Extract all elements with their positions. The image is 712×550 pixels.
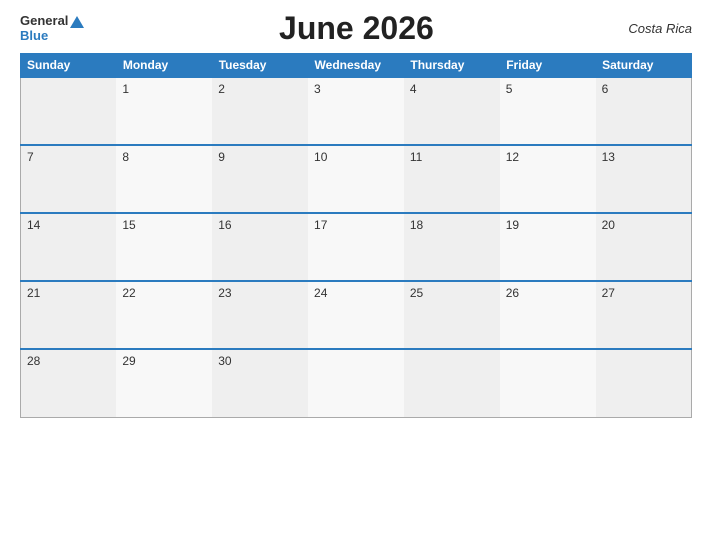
day-number: 18 [410,218,423,232]
calendar-cell: 4 [404,77,500,145]
calendar-cell: 27 [596,281,692,349]
day-number: 3 [314,82,321,96]
day-number: 11 [410,150,422,164]
weekday-header-sunday: Sunday [21,54,117,78]
day-number: 7 [27,150,34,164]
day-number: 28 [27,354,40,368]
day-number: 13 [602,150,615,164]
weekday-header-thursday: Thursday [404,54,500,78]
logo-triangle-icon [70,16,84,28]
calendar-cell: 2 [212,77,308,145]
day-number: 6 [602,82,609,96]
day-number: 29 [122,354,135,368]
day-number: 19 [506,218,519,232]
day-number: 26 [506,286,519,300]
day-number: 23 [218,286,231,300]
calendar-cell: 17 [308,213,404,281]
calendar-cell: 30 [212,349,308,417]
calendar-table: SundayMondayTuesdayWednesdayThursdayFrid… [20,53,692,418]
calendar-cell: 26 [500,281,596,349]
day-number: 27 [602,286,615,300]
calendar-cell: 21 [21,281,117,349]
week-row-1: 1 2 3 4 5 6 [21,77,692,145]
calendar-cell: 1 [116,77,212,145]
calendar-cell: 10 [308,145,404,213]
calendar-cell: 8 [116,145,212,213]
week-row-5: 28 29 30 [21,349,692,417]
logo-blue-text: Blue [20,29,48,43]
calendar-cell [596,349,692,417]
day-number: 30 [218,354,231,368]
day-number: 25 [410,286,423,300]
day-number: 5 [506,82,513,96]
calendar-title: June 2026 [279,10,434,47]
calendar-cell: 5 [500,77,596,145]
calendar-cell [308,349,404,417]
weekday-header-monday: Monday [116,54,212,78]
calendar-cell: 29 [116,349,212,417]
calendar-cell: 28 [21,349,117,417]
calendar-cell: 12 [500,145,596,213]
calendar-cell: 25 [404,281,500,349]
calendar-cell: 22 [116,281,212,349]
day-number: 16 [218,218,231,232]
weekday-header-tuesday: Tuesday [212,54,308,78]
weekday-header-row: SundayMondayTuesdayWednesdayThursdayFrid… [21,54,692,78]
week-row-4: 21 22 23 24 25 26 27 [21,281,692,349]
logo: General Blue [20,14,84,43]
day-number: 10 [314,150,327,164]
calendar-cell: 23 [212,281,308,349]
calendar-cell [404,349,500,417]
calendar-cell: 18 [404,213,500,281]
calendar-cell: 11 [404,145,500,213]
week-row-2: 7 8 9 10 11 12 13 [21,145,692,213]
day-number: 14 [27,218,40,232]
day-number: 22 [122,286,135,300]
calendar-cell: 7 [21,145,117,213]
day-number: 9 [218,150,225,164]
calendar-cell: 3 [308,77,404,145]
day-number: 20 [602,218,615,232]
calendar-cell: 20 [596,213,692,281]
calendar-cell [500,349,596,417]
day-number: 4 [410,82,417,96]
day-number: 15 [122,218,135,232]
page-header: General Blue June 2026 Costa Rica [20,10,692,47]
calendar-cell: 14 [21,213,117,281]
calendar-cell: 16 [212,213,308,281]
weekday-header-wednesday: Wednesday [308,54,404,78]
day-number: 21 [27,286,40,300]
day-number: 2 [218,82,225,96]
calendar-cell: 6 [596,77,692,145]
country-label: Costa Rica [628,21,692,36]
day-number: 8 [122,150,129,164]
calendar-cell: 15 [116,213,212,281]
calendar-cell: 9 [212,145,308,213]
week-row-3: 14 15 16 17 18 19 20 [21,213,692,281]
calendar-cell: 19 [500,213,596,281]
calendar-cell: 13 [596,145,692,213]
day-number: 12 [506,150,519,164]
weekday-header-friday: Friday [500,54,596,78]
logo-general-text: General [20,14,84,28]
day-number: 24 [314,286,327,300]
calendar-cell: 24 [308,281,404,349]
day-number: 17 [314,218,327,232]
calendar-cell [21,77,117,145]
weekday-header-saturday: Saturday [596,54,692,78]
day-number: 1 [122,82,129,96]
